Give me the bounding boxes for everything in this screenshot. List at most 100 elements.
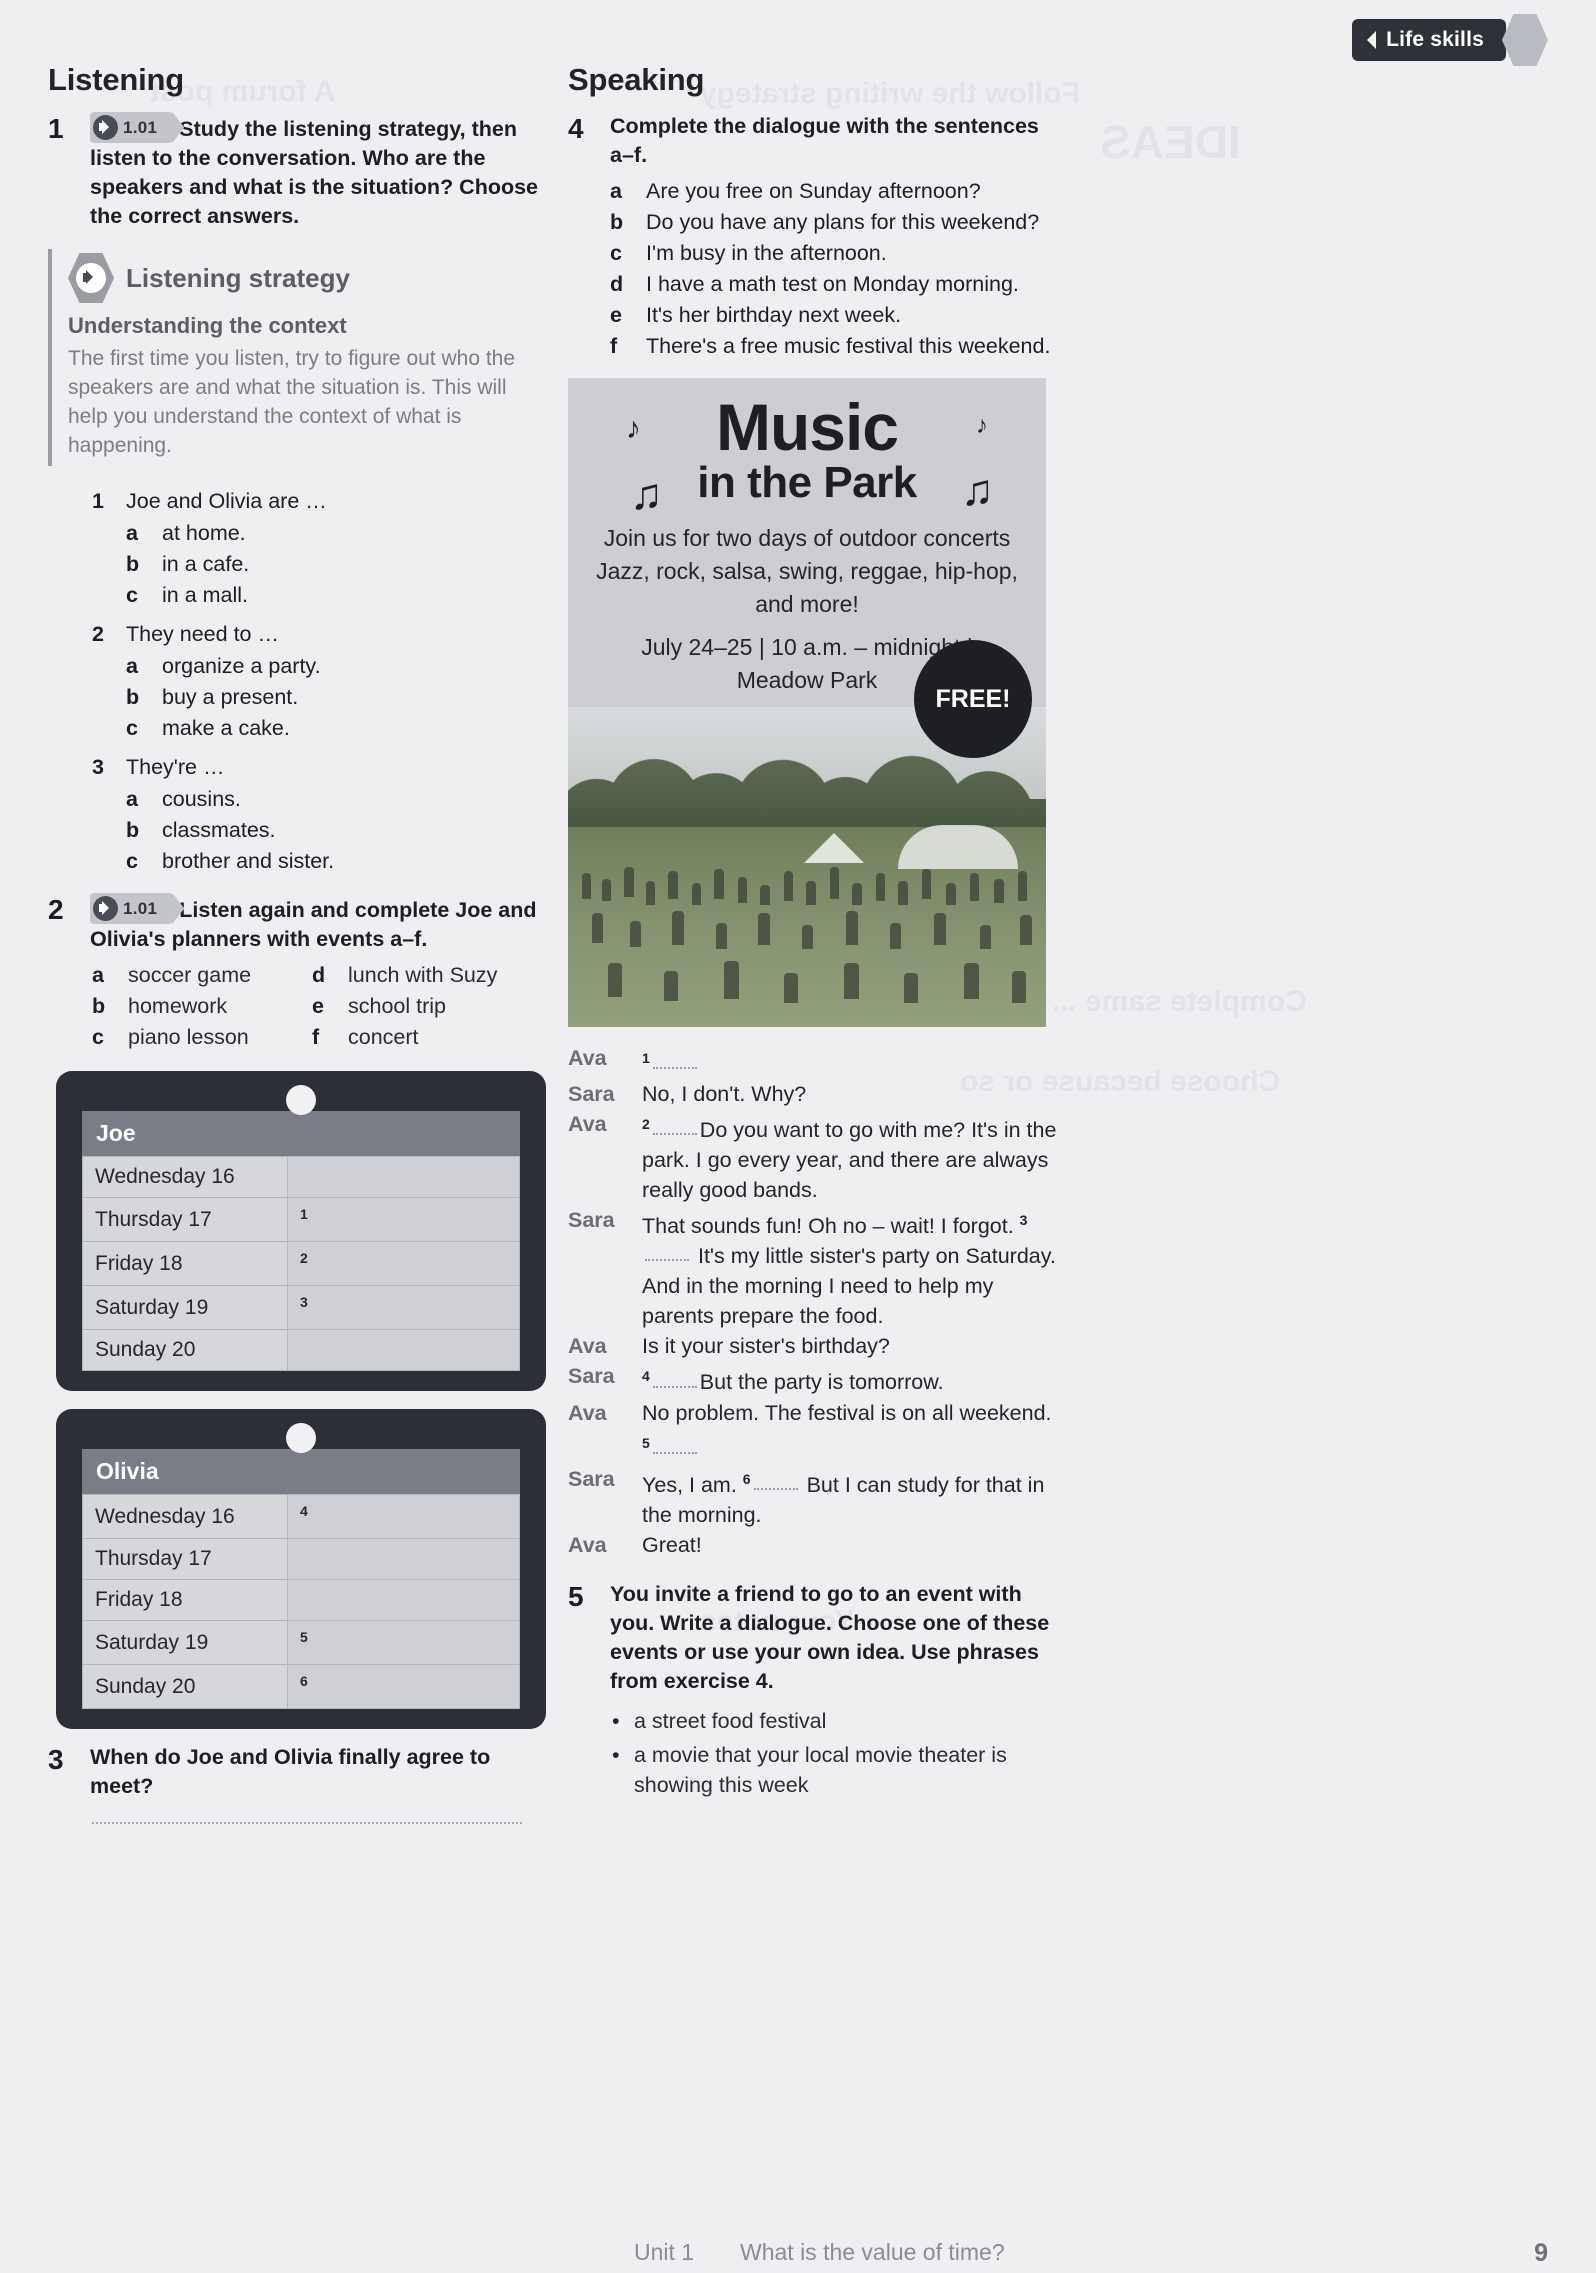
speaker-name: Sara [568,1364,615,1389]
table-row[interactable]: Friday 18 2 [82,1241,520,1286]
answer-gap[interactable] [753,1474,798,1490]
planner-slot[interactable]: 3 [287,1285,520,1330]
planner-day: Friday 18 [82,1241,288,1286]
option-row[interactable]: a at home. [126,518,548,549]
answer-gap[interactable] [652,1438,697,1454]
dialogue-line: Sara 4 But the party is tomorrow. [568,1361,1060,1397]
exercise-4-number: 4 [568,113,584,144]
sentence-letter: f [610,334,618,358]
sentence-text: Are you free on Sunday afternoon? [646,179,981,203]
sentence-row[interactable]: a Are you free on Sunday afternoon? [610,176,1060,207]
option-letter: b [126,552,140,576]
page-number: 9 [1534,2239,1548,2267]
exercise-5: 5 You invite a friend to go to an event … [568,1580,1060,1696]
question-stem: Joe and Olivia are … [126,489,327,513]
bank-text: lunch with Suzy [348,963,498,987]
audio-chip-1[interactable]: 1.01 [90,112,174,143]
bank-item: b homework [92,991,312,1022]
bullet-icon: • [612,1742,620,1767]
option-row[interactable]: b classmates. [126,815,548,846]
music-festival-poster: ♪ ♪ ♫ ♫ Music in the Park Join us for tw… [568,378,1046,1027]
dialogue-text: Do you want to go with me? It's in the p… [642,1118,1057,1203]
option-row[interactable]: a organize a party. [126,651,548,682]
exercise-2: 2 1.01 Listen again and complete Joe and… [48,893,548,954]
answer-gap[interactable] [652,1053,697,1070]
exercise-3-instruction: When do Joe and Olivia finally agree to … [90,1745,491,1798]
table-row[interactable]: Saturday 19 3 [82,1285,520,1330]
table-row[interactable]: Sunday 20 6 [82,1664,520,1709]
listening-questions: 1 Joe and Olivia are … a at home. b in a ca… [92,486,548,877]
poster-line-3: and more! [755,591,859,617]
audio-chip-2[interactable]: 1.01 [90,893,174,924]
binder-hole-icon [286,1085,316,1115]
planner-slot[interactable]: 4 [287,1494,520,1539]
planner-table-joe: Wednesday 16 Thursday 17 1 Friday 18 2 Sat… [82,1156,520,1371]
answer-gap[interactable] [645,1245,689,1262]
poster-title-line-1: Music [715,390,899,464]
answer-line[interactable] [92,1821,522,1824]
planner-slot[interactable]: 2 [287,1241,520,1286]
sentence-letter: e [610,303,622,327]
option-row[interactable]: b buy a present. [126,682,548,713]
table-row[interactable]: Saturday 19 5 [82,1620,520,1665]
option-row[interactable]: b in a cafe. [126,549,548,580]
hexagon-icon [1502,14,1548,66]
sentence-row[interactable]: e It's her birthday next week. [610,300,1060,331]
option-row[interactable]: a cousins. [126,784,548,815]
planner-day: Saturday 19 [82,1285,288,1330]
dialogue-line: Ava Great! [568,1530,1060,1560]
table-row[interactable]: Wednesday 16 [82,1156,520,1198]
bank-text: school trip [348,994,446,1018]
table-row[interactable]: Friday 18 [82,1579,520,1621]
table-row[interactable]: Sunday 20 [82,1329,520,1371]
sentence-letter: d [610,272,624,296]
question-number: 3 [92,755,104,779]
planner-slot[interactable] [287,1329,520,1371]
table-row[interactable]: Thursday 17 [82,1538,520,1580]
option-row[interactable]: c in a mall. [126,580,548,611]
list-item: • a street food festival [612,1706,1060,1736]
planner-slot[interactable]: 6 [287,1664,520,1709]
option-letter: c [126,716,138,740]
bank-item: a soccer game [92,960,312,991]
dialogue-line: Ava No problem. The festival is on all w… [568,1398,1060,1464]
planner-day: Wednesday 16 [82,1494,288,1539]
sentence-letter: a [610,179,622,203]
planner-slot[interactable] [287,1156,520,1198]
option-row[interactable]: c make a cake. [126,713,548,744]
footer-unit: Unit 1 [634,2239,695,2265]
exercise-3-number: 3 [48,1744,64,1775]
planner-name-joe: Joe [82,1111,520,1156]
bank-letter: d [312,963,326,987]
bank-item: c piano lesson [92,1022,312,1053]
option-letter: c [126,583,138,607]
sentence-row[interactable]: b Do you have any plans for this weekend? [610,207,1060,238]
option-letter: b [126,818,140,842]
table-row[interactable]: Thursday 17 1 [82,1197,520,1242]
answer-gap[interactable] [652,1372,697,1388]
sentence-text: Do you have any plans for this weekend? [646,210,1040,234]
sentence-row[interactable]: c I'm busy in the afternoon. [610,238,1060,269]
event-word-bank: a soccer game b homework c piano lesson d lu… [92,960,548,1053]
sentence-letter: c [610,241,622,265]
footer-unit-title: What is the value of time? [740,2239,1005,2265]
sentence-row[interactable]: d I have a math test on Monday morning. [610,269,1060,300]
planner-slot[interactable]: 1 [287,1197,520,1242]
option-row[interactable]: c brother and sister. [126,846,548,877]
music-note-icon: ♪ [626,412,641,445]
speaker-name: Ava [568,1112,607,1137]
dialogue-text: No problem. The festival is on all weeke… [642,1400,1052,1425]
planner-slot[interactable]: 5 [287,1620,520,1665]
sentence-row[interactable]: f There's a free music festival this week… [610,331,1060,362]
dialogue-line: Ava 1 [568,1043,1060,1079]
speaker-name: Sara [568,1082,615,1107]
speaker-name: Ava [568,1400,607,1425]
question-number: 1 [92,489,104,513]
planner-slot[interactable] [287,1538,520,1580]
planner-slot[interactable] [287,1579,520,1621]
audio-track-number: 1.01 [123,899,158,918]
speaker-name: Ava [568,1532,607,1557]
answer-gap[interactable] [652,1119,697,1136]
dialogue-text-2: It's my little sister's party on Saturda… [642,1244,1056,1329]
table-row[interactable]: Wednesday 16 4 [82,1494,520,1539]
